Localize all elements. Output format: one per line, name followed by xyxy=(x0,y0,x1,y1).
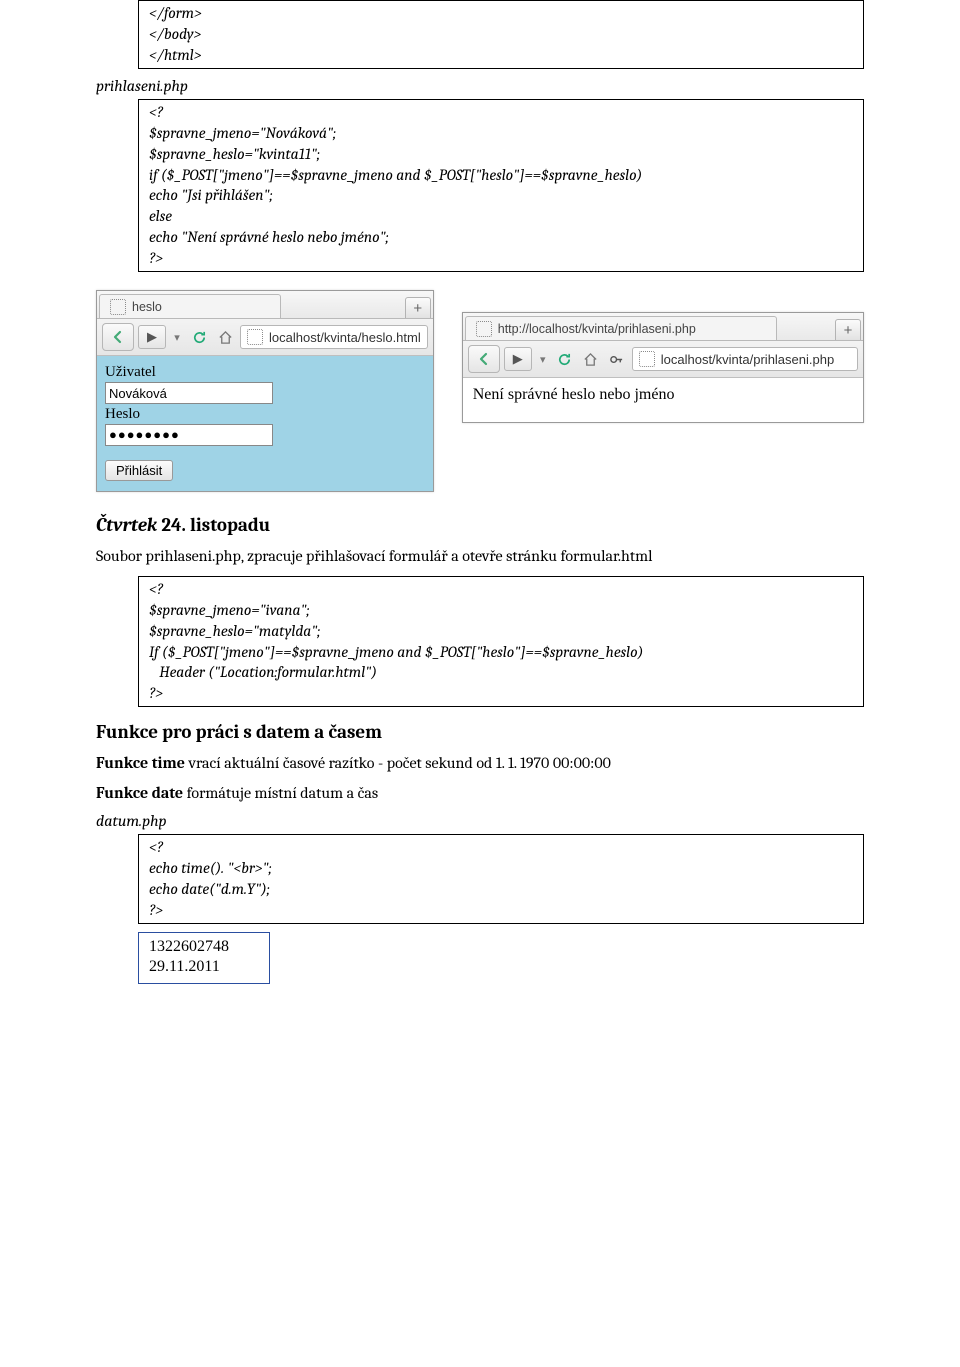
browser-prihlaseni: http://localhost/kvinta/prihlaseni.php +… xyxy=(462,312,864,423)
code-box-prihlaseni: <? $spravne_jmeno="Nováková"; $spravne_h… xyxy=(138,99,864,272)
file-label-prihlaseni: prihlaseni.php xyxy=(96,77,864,95)
tab-label: heslo xyxy=(132,300,162,314)
code-line: $spravne_heslo="matylda"; xyxy=(149,621,853,642)
back-button[interactable] xyxy=(468,345,500,373)
code-line: Header ("Location:formular.html") xyxy=(149,662,853,683)
tab-heslo[interactable]: heslo xyxy=(99,294,281,318)
bold-funkce-date: Funkce date xyxy=(96,784,183,802)
url-text: localhost/kvinta/prihlaseni.php xyxy=(661,352,834,367)
code-box-form-end: </form> </body> </html> xyxy=(138,0,864,69)
para-soubor: Soubor prihlaseni.php, zpracuje přihlašo… xyxy=(96,546,864,568)
para-date: Funkce date formátuje místní datum a čas xyxy=(96,783,864,805)
home-icon[interactable] xyxy=(214,326,236,348)
url-text: localhost/kvinta/heslo.html xyxy=(269,330,421,345)
code-line: ?> xyxy=(149,683,853,704)
code-line: echo time(). "<br>"; xyxy=(149,858,853,879)
bold-funkce-time: Funkce time xyxy=(96,754,185,772)
code-line: If ($_POST["jmeno"]==$spravne_jmeno and … xyxy=(149,642,853,663)
favicon-icon xyxy=(247,329,263,345)
toolbar: ▶ ▾ localhost/kvinta/prihlaseni.php xyxy=(463,341,863,378)
code-line: </form> xyxy=(149,3,853,24)
back-button[interactable] xyxy=(102,323,134,351)
home-icon[interactable] xyxy=(580,348,602,370)
favicon-icon xyxy=(110,299,126,315)
heading-italic: Čtvrtek xyxy=(96,514,157,536)
browser-heslo: heslo + ▶ ▾ localhost/kvinta/heslo.h xyxy=(96,290,434,492)
code-line: <? xyxy=(149,102,853,123)
code-line: ?> xyxy=(149,248,853,269)
para-date-rest: formátuje místní datum a čas xyxy=(183,784,378,802)
code-line: else xyxy=(149,206,853,227)
code-line: <? xyxy=(149,837,853,858)
input-heslo[interactable]: ●●●●●●●● xyxy=(105,424,273,446)
page-content-heslo: Uživatel Heslo ●●●●●●●● Přihlásit xyxy=(97,356,433,491)
screenshot-row: heslo + ▶ ▾ localhost/kvinta/heslo.h xyxy=(96,290,864,492)
para-time: Funkce time vrací aktuální časové razítk… xyxy=(96,753,864,775)
code-line: echo date("d.m.Y"); xyxy=(149,879,853,900)
file-label-datum: datum.php xyxy=(96,812,864,830)
reload-icon[interactable] xyxy=(188,326,210,348)
result-output-box: 1322602748 29.11.2011 xyxy=(138,932,270,984)
code-line: if ($_POST["jmeno"]==$spravne_jmeno and … xyxy=(149,165,853,186)
result-line: 29.11.2011 xyxy=(149,957,259,977)
code-line: </html> xyxy=(149,45,853,66)
tab-bar: heslo + xyxy=(97,291,433,319)
reload-icon[interactable] xyxy=(554,348,576,370)
favicon-icon xyxy=(639,351,655,367)
code-box-datum: <? echo time(). "<br>"; echo date("d.m.Y… xyxy=(138,834,864,924)
new-tab-button[interactable]: + xyxy=(405,297,431,318)
favicon-icon xyxy=(476,321,492,337)
history-dropdown[interactable]: ▾ xyxy=(170,326,184,348)
code-line: echo "Jsi přihlášen"; xyxy=(149,185,853,206)
code-line: $spravne_jmeno="Nováková"; xyxy=(149,123,853,144)
label-heslo: Heslo xyxy=(105,406,425,423)
code-line: <? xyxy=(149,579,853,600)
heading-ctvrtek: Čtvrtek 24. listopadu xyxy=(96,514,864,536)
new-tab-button[interactable]: + xyxy=(835,319,861,340)
tab-bar: http://localhost/kvinta/prihlaseni.php + xyxy=(463,313,863,341)
tab-prihlaseni[interactable]: http://localhost/kvinta/prihlaseni.php xyxy=(465,316,777,340)
heading-rest: 24. listopadu xyxy=(157,514,270,536)
tab-label: http://localhost/kvinta/prihlaseni.php xyxy=(498,322,696,336)
key-icon[interactable] xyxy=(606,348,628,370)
forward-button[interactable]: ▶ xyxy=(138,325,166,349)
history-dropdown[interactable]: ▾ xyxy=(536,348,550,370)
heading-funkce: Funkce pro práci s datem a časem xyxy=(96,721,864,743)
code-line: </body> xyxy=(149,24,853,45)
result-line: 1322602748 xyxy=(149,937,259,957)
label-uzivatel: Uživatel xyxy=(105,364,425,381)
forward-button[interactable]: ▶ xyxy=(504,347,532,371)
url-bar[interactable]: localhost/kvinta/prihlaseni.php xyxy=(632,347,858,371)
url-bar[interactable]: localhost/kvinta/heslo.html xyxy=(240,325,428,349)
page-content-prihlaseni: Není správné heslo nebo jméno xyxy=(463,378,863,422)
code-line: $spravne_heslo="kvinta11"; xyxy=(149,144,853,165)
toolbar: ▶ ▾ localhost/kvinta/heslo.html xyxy=(97,319,433,356)
code-line: echo "Není správné heslo nebo jméno"; xyxy=(149,227,853,248)
result-text: Není správné heslo nebo jméno xyxy=(473,386,675,403)
code-line: ?> xyxy=(149,900,853,921)
submit-button[interactable]: Přihlásit xyxy=(105,460,173,481)
code-line: $spravne_jmeno="ivana"; xyxy=(149,600,853,621)
input-uzivatel[interactable] xyxy=(105,382,273,404)
code-box-header: <? $spravne_jmeno="ivana"; $spravne_hesl… xyxy=(138,576,864,708)
para-time-rest: vrací aktuální časové razítko - počet se… xyxy=(185,754,611,772)
